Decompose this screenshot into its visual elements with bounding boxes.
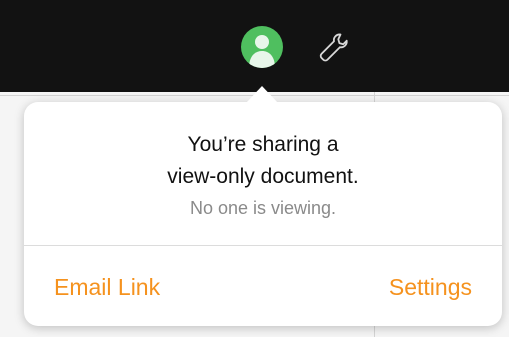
sharing-title-line-1: You’re sharing a (187, 133, 339, 156)
toolbar (0, 0, 509, 92)
sharing-popover: You’re sharing a view-only document. No … (24, 102, 502, 326)
sharing-title-line-2: view-only document. (167, 165, 359, 188)
collaborate-person-icon[interactable] (241, 26, 283, 68)
wrench-icon[interactable] (316, 30, 352, 66)
popover-arrow (246, 86, 278, 103)
person-icon (249, 35, 275, 68)
sharing-title: You’re sharing a view-only document. (24, 129, 502, 193)
viewer-status: No one is viewing. (189, 198, 337, 218)
settings-button[interactable]: Settings (389, 272, 472, 302)
email-link-button[interactable]: Email Link (54, 272, 160, 302)
popover-divider (24, 245, 502, 246)
